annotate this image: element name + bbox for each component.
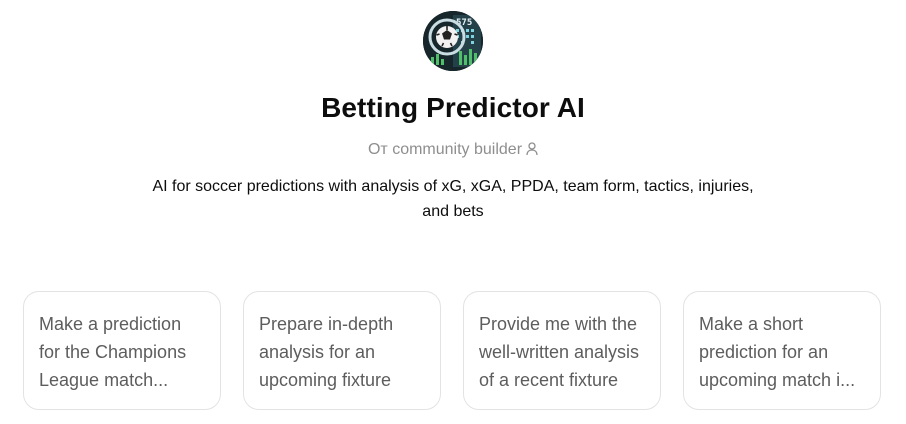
- gpt-avatar: 575: [423, 11, 483, 71]
- starter-label: Make a prediction for the Champions Leag…: [39, 314, 187, 390]
- starter-card[interactable]: Make a short prediction for an upcoming …: [683, 291, 881, 410]
- starter-label: Provide me with the well-written analysi…: [479, 314, 640, 390]
- gpt-intro-page: 575 Betting Predictor AI От community bu…: [0, 0, 906, 424]
- person-icon: [526, 141, 538, 163]
- gpt-description: AI for soccer predictions with analysis …: [152, 178, 754, 220]
- gpt-author[interactable]: От community builder: [0, 139, 906, 163]
- starter-card[interactable]: Prepare in-depth analysis for an upcomin…: [243, 291, 441, 410]
- conversation-starters: Make a prediction for the Champions Leag…: [23, 291, 883, 412]
- starter-label: Make a short prediction for an upcoming …: [699, 314, 856, 390]
- author-label: От community builder: [367, 141, 523, 158]
- starter-label: Prepare in-depth analysis for an upcomin…: [259, 314, 394, 390]
- starter-card[interactable]: Make a prediction for the Champions Leag…: [23, 291, 221, 410]
- gpt-title: Betting Predictor AI: [321, 92, 585, 123]
- soccer-ball-stats-icon: 575: [423, 11, 483, 71]
- starter-card[interactable]: Provide me with the well-written analysi…: [463, 291, 661, 410]
